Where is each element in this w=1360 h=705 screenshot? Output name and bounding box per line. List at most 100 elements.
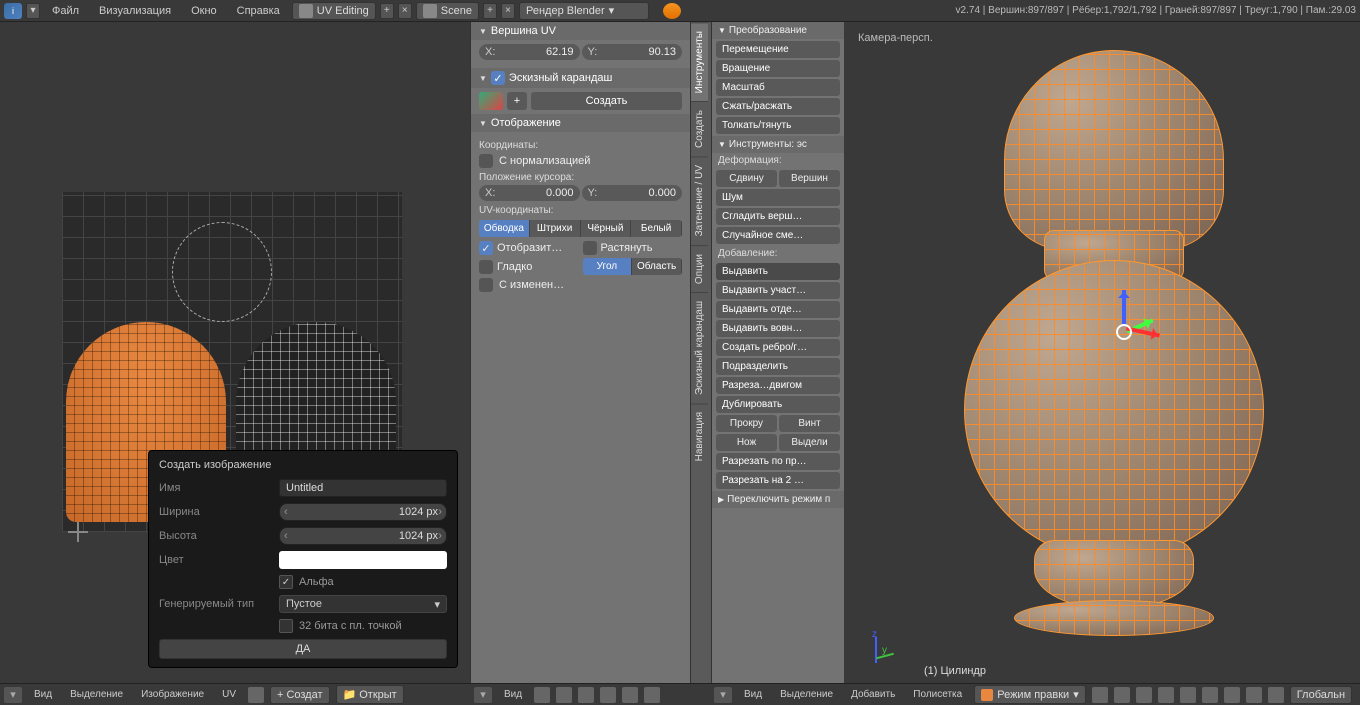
seg-dash[interactable]: Штрихи (530, 220, 581, 237)
gizmo-z-axis[interactable] (1122, 290, 1126, 324)
push-pull-button[interactable]: Толкать/тянуть (716, 117, 840, 134)
scale-button[interactable]: Масштаб (716, 79, 840, 96)
smooth-vertex-button[interactable]: Сгладить верш… (716, 208, 840, 225)
slide-button[interactable]: Сдвину (716, 170, 777, 187)
float32-checkbox[interactable] (279, 619, 293, 633)
smooth-checkbox[interactable] (479, 260, 493, 274)
tab-grease-pencil[interactable]: Эскизный карандаш (691, 292, 708, 403)
vertex-select-icon[interactable] (1158, 687, 1174, 703)
uvh-uv[interactable]: UV (216, 687, 242, 702)
menu-window[interactable]: Окно (183, 2, 225, 20)
mode-dropdown[interactable]: Режим правки▾ (974, 685, 1086, 704)
gp-create-button[interactable]: Создать (531, 92, 682, 110)
new-image-button[interactable]: +Создат (270, 686, 330, 704)
edge-select-icon[interactable] (1180, 687, 1196, 703)
display-header[interactable]: Отображение (471, 114, 690, 132)
gp-draw-icon[interactable] (479, 92, 503, 110)
translate-button[interactable]: Перемещение (716, 41, 840, 58)
seg-outline[interactable]: Обводка (479, 220, 530, 237)
vertex-button[interactable]: Вершин (779, 170, 840, 187)
editor-type-menu[interactable]: ▾ (26, 3, 40, 19)
uvh-select[interactable]: Выделение (64, 687, 129, 702)
shading-mode-icon[interactable] (1092, 687, 1108, 703)
split-button[interactable]: Разрезать на 2 … (716, 472, 840, 489)
mesh-tools-header[interactable]: Инструменты: эс (712, 136, 844, 153)
spin-button[interactable]: Прокру (716, 415, 777, 432)
extrude-individual-button[interactable]: Выдавить отде… (716, 301, 840, 318)
v3-view[interactable]: Вид (738, 687, 768, 702)
make-edge-face-button[interactable]: Создать ребро/г… (716, 339, 840, 356)
select-button[interactable]: Выдели (779, 434, 840, 451)
noise-button[interactable]: Шум (716, 189, 840, 206)
shrink-fatten-button[interactable]: Сжать/расжать (716, 98, 840, 115)
layers-icon[interactable] (1136, 687, 1152, 703)
cursor-y[interactable]: Y:0.000 (582, 185, 683, 201)
cursor-x[interactable]: X:0.000 (479, 185, 580, 201)
seg-black[interactable]: Чёрный (581, 220, 632, 237)
stretch-angle[interactable]: Угол (583, 258, 633, 275)
subdivide-button[interactable]: Подразделить (716, 358, 840, 375)
3d-viewport[interactable]: Камера-персп. zy (1) Цилиндр (844, 22, 1360, 683)
prop-edit-3d-icon[interactable] (1246, 687, 1262, 703)
show-checkbox[interactable]: ✓ (479, 241, 493, 255)
limit-sel-icon[interactable] (1224, 687, 1240, 703)
width-field[interactable]: 1024 px (279, 503, 447, 521)
tab-create[interactable]: Создать (691, 101, 708, 156)
mid-editor-icon[interactable]: ▾ (474, 687, 492, 703)
alpha-checkbox[interactable]: ✓ (279, 575, 293, 589)
3d-editor-type-icon[interactable]: ▾ (714, 687, 732, 703)
v3-add[interactable]: Добавить (845, 687, 901, 702)
pivot-3d-icon[interactable] (1114, 687, 1130, 703)
stretch-checkbox[interactable] (583, 241, 597, 255)
grease-pencil-header[interactable]: ✓Эскизный карандаш (471, 68, 690, 88)
uv-editor-type-icon[interactable]: ▾ (4, 687, 22, 703)
uv-mode-icon[interactable] (248, 687, 264, 703)
extrude-region-button[interactable]: Выдавить участ… (716, 282, 840, 299)
uv-vertex-y[interactable]: Y:90.13 (582, 44, 683, 60)
gp-enable-checkbox[interactable]: ✓ (491, 71, 505, 85)
scene-add[interactable]: + (483, 3, 497, 19)
pivot-icon[interactable] (534, 687, 550, 703)
knife-button[interactable]: Нож (716, 434, 777, 451)
extrude-button[interactable]: Выдавить (716, 263, 840, 280)
scene-del[interactable]: × (501, 3, 515, 19)
uv-vertex-x[interactable]: X:62.19 (479, 44, 580, 60)
name-field[interactable]: Untitled (279, 479, 447, 497)
orientation-dropdown[interactable]: Глобальн (1290, 686, 1352, 704)
duplicate-button[interactable]: Дублировать (716, 396, 840, 413)
uv-2d-cursor[interactable] (68, 522, 88, 542)
face-select-icon[interactable] (1202, 687, 1218, 703)
blender-icon[interactable]: i (4, 3, 22, 19)
gizmo-center[interactable] (1116, 324, 1132, 340)
screw-button[interactable]: Винт (779, 415, 840, 432)
v3-mesh[interactable]: Полисетка (907, 687, 968, 702)
render-engine-dropdown[interactable]: Рендер Blender▾ (519, 2, 649, 20)
paint-icon[interactable] (622, 687, 638, 703)
tab-options[interactable]: Опции (691, 245, 708, 292)
prop-edit-icon[interactable] (578, 687, 594, 703)
randomize-button[interactable]: Случайное сме… (716, 227, 840, 244)
v3-select[interactable]: Выделение (774, 687, 839, 702)
uvh-view[interactable]: Вид (28, 687, 58, 702)
loop-cut-slide-button[interactable]: Разреза…двигом (716, 377, 840, 394)
screen-layout-dropdown[interactable]: UV Editing (292, 2, 376, 20)
extrude-inward-button[interactable]: Выдавить вовн… (716, 320, 840, 337)
stretch-area[interactable]: Область (632, 258, 682, 275)
modified-checkbox[interactable] (479, 278, 493, 292)
height-field[interactable]: 1024 px (279, 527, 447, 545)
mid-view[interactable]: Вид (498, 687, 528, 702)
open-image-button[interactable]: 📁Открыт (336, 685, 404, 704)
uv-vertex-header[interactable]: Вершина UV (471, 22, 690, 40)
transform-header[interactable]: Преобразование (712, 22, 844, 39)
menu-file[interactable]: Файл (44, 2, 87, 20)
sync-icon[interactable] (600, 687, 616, 703)
rotate-button[interactable]: Вращение (716, 60, 840, 77)
uv-select-mode-icon[interactable] (644, 687, 660, 703)
tab-navigation[interactable]: Навигация (691, 403, 708, 469)
snap-icon[interactable] (556, 687, 572, 703)
manip-icon[interactable] (1268, 687, 1284, 703)
ok-button[interactable]: ДА (159, 639, 447, 659)
menu-render[interactable]: Визуализация (91, 2, 179, 20)
normalized-checkbox[interactable] (479, 154, 493, 168)
tab-shading-uv[interactable]: Затенение / UV (691, 156, 708, 244)
